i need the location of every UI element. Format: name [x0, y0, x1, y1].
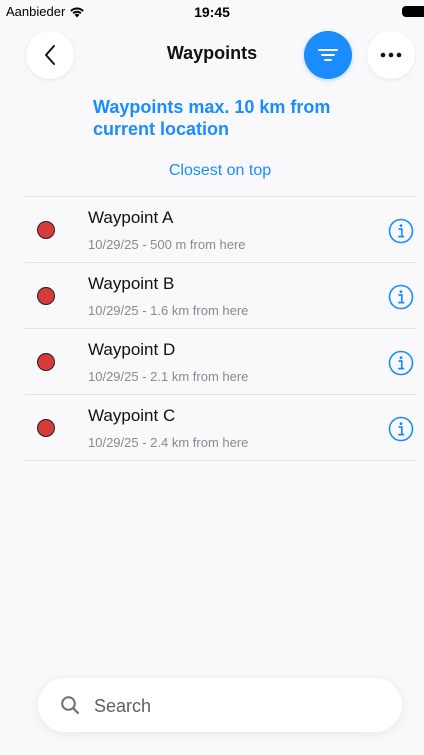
- waypoint-subtitle: 10/29/25 - 2.4 km from here: [88, 435, 249, 450]
- waypoint-name: Waypoint D: [88, 340, 176, 359]
- waypoint-marker-icon: [37, 419, 55, 437]
- range-info-banner: Waypoints max. 10 km from current locati…: [93, 97, 331, 139]
- info-circle-icon[interactable]: [388, 416, 414, 442]
- filter-button[interactable]: [304, 31, 352, 79]
- waypoint-name: Waypoint B: [88, 274, 175, 293]
- waypoint-name: Waypoint A: [88, 208, 174, 227]
- waypoint-list: Waypoint A 10/29/25 - 500 m from here Wa…: [25, 196, 417, 461]
- info-circle-icon[interactable]: [388, 218, 414, 244]
- waypoint-subtitle: 10/29/25 - 2.1 km from here: [88, 369, 249, 384]
- status-time: 19:45: [194, 4, 230, 20]
- page-title: Waypoints: [166, 43, 258, 63]
- info-circle-icon[interactable]: [388, 284, 414, 310]
- waypoint-row[interactable]: Waypoint D 10/29/25 - 2.1 km from here: [25, 329, 417, 395]
- search-bar[interactable]: [38, 678, 402, 732]
- info-circle-icon[interactable]: [388, 350, 414, 376]
- waypoint-marker-icon: [37, 221, 55, 239]
- sort-order-button[interactable]: Closest on top: [0, 162, 424, 180]
- waypoint-row[interactable]: Waypoint C 10/29/25 - 2.4 km from here: [25, 395, 417, 461]
- ellipsis-icon: [380, 52, 402, 58]
- status-bar: Aanbieder 19:45: [0, 0, 424, 26]
- search-input[interactable]: [92, 691, 386, 721]
- waypoint-row[interactable]: Waypoint A 10/29/25 - 500 m from here: [25, 197, 417, 263]
- waypoint-marker-icon: [37, 353, 55, 371]
- waypoint-row[interactable]: Waypoint B 10/29/25 - 1.6 km from here: [25, 263, 417, 329]
- waypoint-marker-icon: [37, 287, 55, 305]
- magnifier-icon: [61, 696, 80, 715]
- waypoint-subtitle: 10/29/25 - 1.6 km from here: [88, 303, 249, 318]
- waypoint-name: Waypoint C: [88, 406, 176, 425]
- battery-icon: [402, 6, 424, 17]
- filter-lines-icon: [318, 49, 338, 61]
- waypoint-subtitle: 10/29/25 - 500 m from here: [88, 237, 246, 252]
- more-options-button[interactable]: [367, 31, 415, 79]
